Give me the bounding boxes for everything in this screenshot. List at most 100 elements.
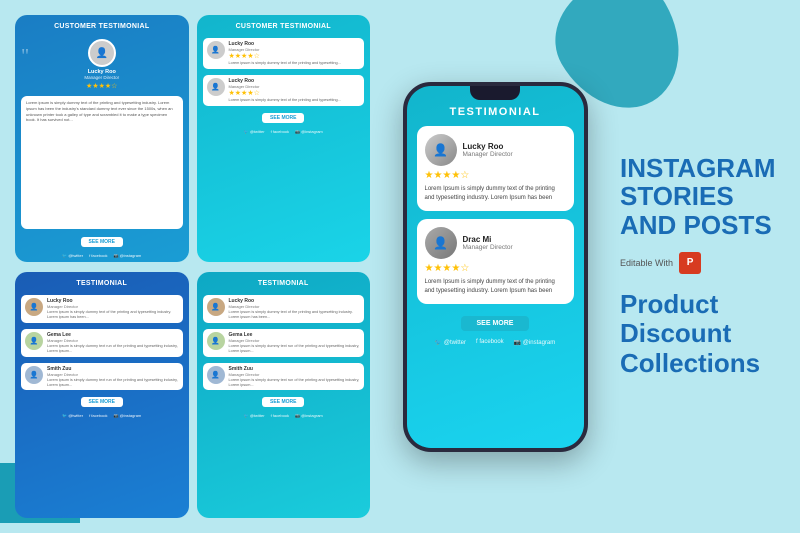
phone-screen: TESTIMONIAL 👤 Lucky Roo Manager Director… xyxy=(407,86,584,448)
phone-info-1: Lucky Roo Manager Director xyxy=(463,142,513,158)
right-section: INSTAGRAM STORIES AND POSTS Editable Wit… xyxy=(610,0,800,533)
phone-name-1: Lucky Roo xyxy=(463,142,513,151)
tli-text-1b: Lorem ipsum is simply dummy text of the … xyxy=(229,98,341,103)
tli-4a: 👤 Lucky Roo Manager Director Lorem ipsum… xyxy=(203,295,365,323)
tli-3a: 👤 Lucky Roo Manager Director Lorem ipsum… xyxy=(21,295,183,323)
main-container: " CUSTOMER TESTIMONIAL 👤 Lucky Roo Manag… xyxy=(0,0,800,533)
tli-text-3b: Lorem ipsum is simply dummy text run of … xyxy=(47,344,179,354)
phone-mockup: TESTIMONIAL 👤 Lucky Roo Manager Director… xyxy=(403,82,588,452)
see-more-btn-1[interactable]: SEE MORE xyxy=(81,237,123,247)
phone-section: TESTIMONIAL 👤 Lucky Roo Manager Director… xyxy=(380,0,610,533)
phone-instagram: 📷 @instagram xyxy=(514,339,556,346)
facebook-4: f facebook xyxy=(271,413,289,418)
card-body-1: Lorem ipsum is simply dummy text of the … xyxy=(21,96,183,228)
card-header-text-4: TESTIMONIAL xyxy=(205,280,363,288)
phone-text-1: Lorem Ipsum is simply dummy text of the … xyxy=(425,185,566,203)
twitter-1: 🐦 @twitter xyxy=(62,253,83,258)
tli-avatar-3c: 👤 xyxy=(25,366,43,384)
tli-content-4b: Gema Lee Manager Director Lorem ipsum is… xyxy=(229,332,361,354)
tli-text-1a: Lorem ipsum is simply dummy text of the … xyxy=(229,61,341,66)
person-title-1: Manager Director xyxy=(15,75,189,80)
tli-avatar-1a: 👤 xyxy=(207,41,225,59)
phone-title: TESTIMONIAL xyxy=(417,106,574,118)
see-more-btn-2[interactable]: SEE MORE xyxy=(262,113,304,123)
avatar-area-1: 👤 xyxy=(15,39,189,67)
tli-avatar-4c: 👤 xyxy=(207,366,225,384)
see-more-btn-3[interactable]: SEE MORE xyxy=(81,397,123,407)
tli-avatar-4b: 👤 xyxy=(207,332,225,350)
powerpoint-icon: P xyxy=(679,252,701,274)
tli-4c: 👤 Smith Zuu Manager Director Lorem ipsum… xyxy=(203,363,365,391)
tli-role-3c: Manager Director xyxy=(47,372,179,377)
main-title-line2: STORIES xyxy=(620,181,734,211)
tli-avatar-3a: 👤 xyxy=(25,298,43,316)
phone-person-row-1: 👤 Lucky Roo Manager Director xyxy=(425,134,566,166)
card-footer-2: SEE MORE xyxy=(197,109,371,127)
phone-card-1: 👤 Lucky Roo Manager Director ★★★★☆ Lorem… xyxy=(417,126,574,211)
left-section: " CUSTOMER TESTIMONIAL 👤 Lucky Roo Manag… xyxy=(0,0,380,533)
phone-see-more-btn[interactable]: SEE MORE xyxy=(461,316,530,331)
phone-social-row: 🐦 @twitter f facebook 📷 @instagram xyxy=(417,339,574,346)
tli-content-4a: Lucky Roo Manager Director Lorem ipsum i… xyxy=(229,298,361,320)
facebook-3: f facebook xyxy=(89,413,107,418)
phone-name-2: Drac Mi xyxy=(463,235,513,244)
quote-mark: " xyxy=(21,45,29,68)
card-header-3: TESTIMONIAL xyxy=(15,272,189,292)
card-header-text-3: TESTIMONIAL xyxy=(23,280,181,288)
product-line-3: Collections xyxy=(620,349,785,379)
facebook-2: f facebook xyxy=(271,129,289,134)
tli-1b: 👤 Lucky Roo Manager Director ★★★★☆ Lorem… xyxy=(203,75,365,106)
card-social-1: 🐦 @twitter f facebook 📷 @instagram xyxy=(15,251,189,262)
tli-role-4c: Manager Director xyxy=(229,372,361,377)
top-row: " CUSTOMER TESTIMONIAL 👤 Lucky Roo Manag… xyxy=(15,15,370,262)
tli-content-4c: Smith Zuu Manager Director Lorem ipsum i… xyxy=(229,366,361,388)
tli-role-3a: Manager Director xyxy=(47,304,179,309)
tli-text-4c: Lorem ipsum is simply dummy text run of … xyxy=(229,378,361,388)
tli-role-3b: Manager Director xyxy=(47,338,179,343)
tli-text-3c: Lorem ipsum is simply dummy text run of … xyxy=(47,378,179,388)
phone-role-2: Manager Director xyxy=(463,244,513,251)
product-text: Product Discount Collections xyxy=(620,290,785,380)
tli-text-4a: Lorem ipsum is simply dummy text of the … xyxy=(229,310,361,320)
instagram-1: 📷 @instagram xyxy=(114,253,142,258)
main-title: INSTAGRAM STORIES AND POSTS xyxy=(620,154,785,240)
tli-3b: 👤 Gema Lee Manager Director Lorem ipsum … xyxy=(21,329,183,357)
see-more-btn-4[interactable]: SEE MORE xyxy=(262,397,304,407)
phone-stars-2: ★★★★☆ xyxy=(425,263,566,274)
phone-avatar-1: 👤 xyxy=(425,134,457,166)
powerpoint-label: P xyxy=(687,257,694,268)
card-social-3: 🐦 @twitter f facebook 📷 @instagram xyxy=(15,411,189,422)
template-card-3: TESTIMONIAL 👤 Lucky Roo Manager Director… xyxy=(15,272,189,519)
editable-row: Editable With P xyxy=(620,252,785,274)
tli-avatar-3b: 👤 xyxy=(25,332,43,350)
card-social-4: 🐦 @twitter f facebook 📷 @instagram xyxy=(197,411,371,422)
template-card-2: CUSTOMER TESTIMONIAL 👤 Lucky Roo Manager… xyxy=(197,15,371,262)
bottom-row: TESTIMONIAL 👤 Lucky Roo Manager Director… xyxy=(15,272,370,519)
card-social-2: 🐦 @twitter f facebook 📷 @instagram xyxy=(197,127,371,138)
tli-text-3a: Lorem ipsum is simply dummy text of the … xyxy=(47,310,179,320)
tli-text-4b: Lorem ipsum is simply dummy text run of … xyxy=(229,344,361,354)
card-header-1: CUSTOMER TESTIMONIAL xyxy=(15,15,189,35)
tli-3c: 👤 Smith Zuu Manager Director Lorem ipsum… xyxy=(21,363,183,391)
card-footer-3: SEE MORE xyxy=(15,393,189,411)
card-header-4: TESTIMONIAL xyxy=(197,272,371,292)
card-footer-4: SEE MORE xyxy=(197,393,371,411)
phone-notch xyxy=(470,86,520,100)
tli-content-1a: Lucky Roo Manager Director ★★★★☆ Lorem i… xyxy=(229,41,341,66)
twitter-4: 🐦 @twitter xyxy=(244,413,265,418)
phone-avatar-2: 👤 xyxy=(425,227,457,259)
product-line-1: Product xyxy=(620,290,785,320)
card-header-2: CUSTOMER TESTIMONIAL xyxy=(197,15,371,35)
stars-1: ★★★★☆ xyxy=(15,82,189,90)
tli-avatar-1b: 👤 xyxy=(207,78,225,96)
card-header-text-2: CUSTOMER TESTIMONIAL xyxy=(205,23,363,31)
tli-role-4a: Manager Director xyxy=(229,304,361,309)
instagram-2: 📷 @instagram xyxy=(295,129,323,134)
tli-content-3a: Lucky Roo Manager Director Lorem ipsum i… xyxy=(47,298,179,320)
tli-content-3c: Smith Zuu Manager Director Lorem ipsum i… xyxy=(47,366,179,388)
card-footer-1: SEE MORE xyxy=(15,233,189,251)
product-line-2: Discount xyxy=(620,319,785,349)
tli-content-1b: Lucky Roo Manager Director ★★★★☆ Lorem i… xyxy=(229,78,341,103)
tli-1a: 👤 Lucky Roo Manager Director ★★★★☆ Lorem… xyxy=(203,38,365,69)
instagram-3: 📷 @instagram xyxy=(114,413,142,418)
